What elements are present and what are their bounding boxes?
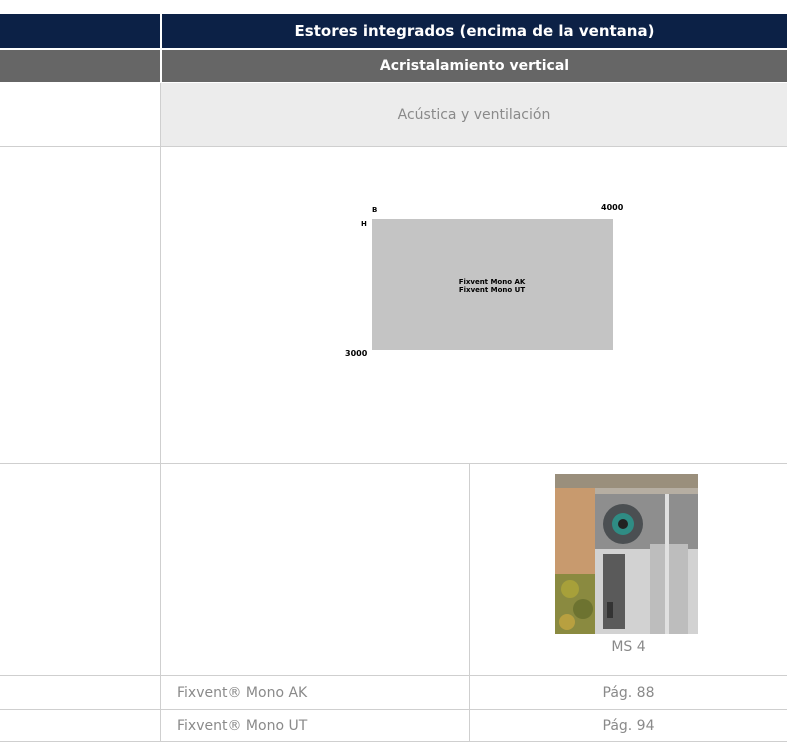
dimension-diagram-row: B H 4000 3000 Fixvent Mono AK Fixvent Mo… (0, 147, 787, 464)
reference-left-cell (0, 710, 160, 741)
image-cell: MS 4 (469, 464, 787, 675)
reference-name: Fixvent® Mono UT (160, 710, 469, 741)
product-caption: MS 4 (611, 639, 646, 655)
image-left-cell (0, 464, 160, 675)
height-label: H (361, 220, 367, 228)
image-empty-cell (160, 464, 469, 675)
reference-row: Fixvent® Mono AK Pág. 88 (0, 676, 787, 710)
reference-page: Pág. 88 (469, 676, 787, 709)
header-left-cell (0, 14, 160, 48)
dimension-diagram: B H 4000 3000 Fixvent Mono AK Fixvent Mo… (345, 203, 624, 358)
subheader-left-cell (0, 50, 160, 82)
subheader-row: Acristalamiento vertical (0, 50, 787, 82)
product-image-row: MS 4 (0, 464, 787, 676)
width-label: B (372, 206, 377, 214)
reference-name: Fixvent® Mono AK (160, 676, 469, 709)
diagram-cell: B H 4000 3000 Fixvent Mono AK Fixvent Mo… (160, 147, 787, 463)
diagram-left-cell (0, 147, 160, 463)
reference-page: Pág. 94 (469, 710, 787, 741)
subheader-title: Acristalamiento vertical (160, 50, 787, 82)
category-left-cell (0, 83, 160, 146)
area-line-2: Fixvent Mono UT (459, 286, 525, 294)
header-title: Estores integrados (encima de la ventana… (160, 14, 787, 48)
category-label: Acústica y ventilación (160, 83, 787, 146)
max-height-label: 3000 (345, 349, 368, 358)
reference-left-cell (0, 676, 160, 709)
area-line-1: Fixvent Mono AK (459, 278, 526, 286)
reference-row: Fixvent® Mono UT Pág. 94 (0, 710, 787, 742)
max-width-label: 4000 (601, 203, 624, 212)
ms4-product-photo (555, 474, 698, 634)
category-row: Acústica y ventilación (0, 83, 787, 147)
table-header-row: Estores integrados (encima de la ventana… (0, 14, 787, 48)
